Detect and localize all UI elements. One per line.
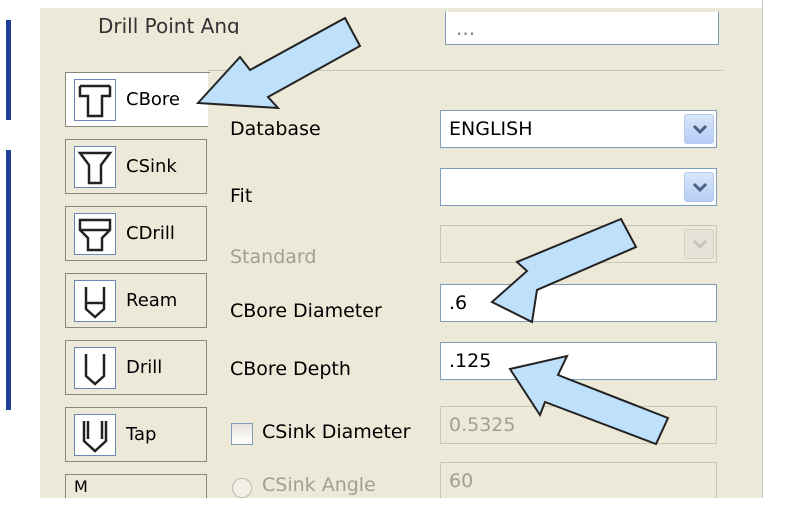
arrow-cbore-depth <box>508 354 670 446</box>
arrow-cbore-diameter <box>490 217 638 324</box>
arrow-cbore-tab <box>195 16 362 110</box>
annotation-arrows <box>195 16 670 446</box>
screenshot-frame: Drill Point Ang ··· CBore CSink CDrill R… <box>0 0 787 518</box>
